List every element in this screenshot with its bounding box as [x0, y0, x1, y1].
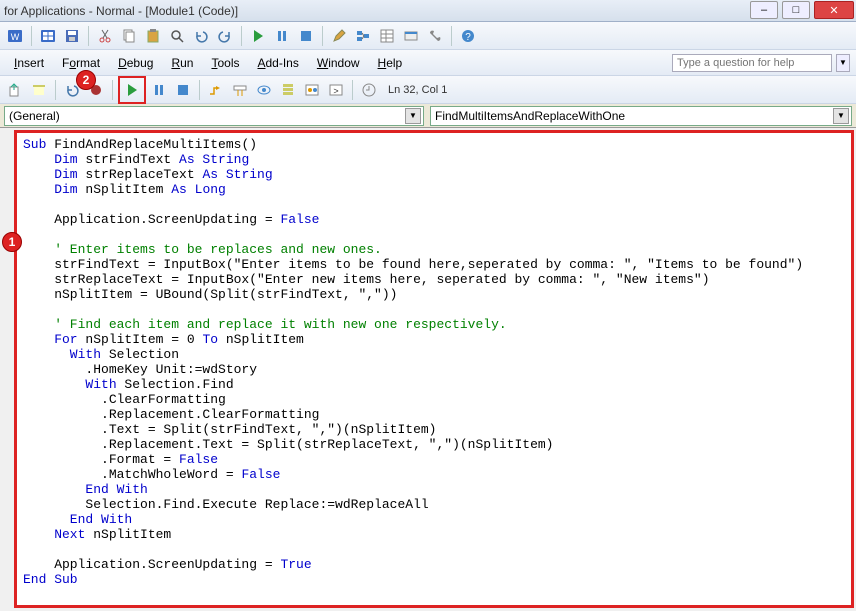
title-bar: for Applications - Normal - [Module1 (Co… [0, 0, 856, 22]
svg-text:>: > [333, 86, 338, 96]
object-dropdown-value: (General) [9, 109, 60, 123]
run-icon-2[interactable] [121, 79, 143, 101]
import-icon[interactable] [28, 79, 50, 101]
cursor-position: Ln 32, Col 1 [388, 84, 447, 96]
help-search: ▼ [672, 54, 850, 72]
stop-icon[interactable] [295, 25, 317, 47]
menu-tools[interactable]: Tools [203, 53, 247, 73]
procedure-dropdown-value: FindMultiItemsAndReplaceWithOne [435, 109, 625, 123]
pause-icon[interactable] [271, 25, 293, 47]
chevron-down-icon: ▼ [833, 108, 849, 124]
menu-bar: Insert Format Debug Run Tools Add-Ins Wi… [0, 50, 856, 76]
callstack-icon[interactable] [277, 79, 299, 101]
close-button[interactable]: ✕ [814, 1, 854, 19]
quickwatch-icon[interactable] [253, 79, 275, 101]
maximize-button[interactable]: □ [782, 1, 810, 19]
paste-icon[interactable] [142, 25, 164, 47]
export-icon[interactable] [4, 79, 26, 101]
cut-icon[interactable] [94, 25, 116, 47]
code-editor[interactable]: Sub FindAndReplaceMultiItems() Dim strFi… [17, 133, 851, 591]
word-icon[interactable]: W [4, 25, 26, 47]
annotation-badge-2: 2 [76, 70, 96, 90]
step-icon[interactable] [205, 79, 227, 101]
run-button-highlight [118, 76, 146, 104]
menu-window[interactable]: Window [309, 53, 368, 73]
copy-icon[interactable] [118, 25, 140, 47]
stop-icon-2[interactable] [172, 79, 194, 101]
save-icon[interactable] [61, 25, 83, 47]
menu-run[interactable]: Run [163, 53, 201, 73]
svg-text:W: W [11, 32, 20, 42]
toolbox-icon[interactable] [424, 25, 446, 47]
procedure-dropdown[interactable]: FindMultiItemsAndReplaceWithOne ▼ [430, 106, 852, 126]
excel-icon[interactable] [37, 25, 59, 47]
project-icon[interactable] [352, 25, 374, 47]
svg-text:?: ? [465, 32, 471, 43]
help-icon[interactable]: ? [457, 25, 479, 47]
help-input[interactable] [672, 54, 832, 72]
menu-format[interactable]: Format [54, 53, 108, 73]
standard-toolbar: W ? [0, 22, 856, 50]
annotation-badge-1: 1 [2, 232, 22, 252]
run-icon[interactable] [247, 25, 269, 47]
menu-help[interactable]: Help [370, 53, 411, 73]
locals-icon[interactable] [301, 79, 323, 101]
immediate-icon[interactable]: > [325, 79, 347, 101]
object-icon[interactable] [400, 25, 422, 47]
redo-icon[interactable] [214, 25, 236, 47]
menu-addins[interactable]: Add-Ins [249, 53, 306, 73]
watch-icon[interactable] [229, 79, 251, 101]
debug-toolbar: > Ln 32, Col 1 [0, 76, 856, 104]
object-proc-selector: (General) ▼ FindMultiItemsAndReplaceWith… [0, 104, 856, 128]
help-dropdown[interactable]: ▼ [836, 54, 850, 72]
find-icon[interactable] [166, 25, 188, 47]
undo-icon[interactable] [190, 25, 212, 47]
code-editor-wrap: Sub FindAndReplaceMultiItems() Dim strFi… [14, 130, 854, 608]
chevron-down-icon: ▼ [405, 108, 421, 124]
menu-insert[interactable]: Insert [6, 53, 52, 73]
properties-icon[interactable] [376, 25, 398, 47]
window-title: for Applications - Normal - [Module1 (Co… [4, 4, 238, 18]
window-controls: – □ ✕ [748, 0, 856, 21]
toggle-icon[interactable] [358, 79, 380, 101]
minimize-button[interactable]: – [750, 1, 778, 19]
design-icon[interactable] [328, 25, 350, 47]
pause-icon-2[interactable] [148, 79, 170, 101]
menu-debug[interactable]: Debug [110, 53, 161, 73]
object-dropdown[interactable]: (General) ▼ [4, 106, 424, 126]
